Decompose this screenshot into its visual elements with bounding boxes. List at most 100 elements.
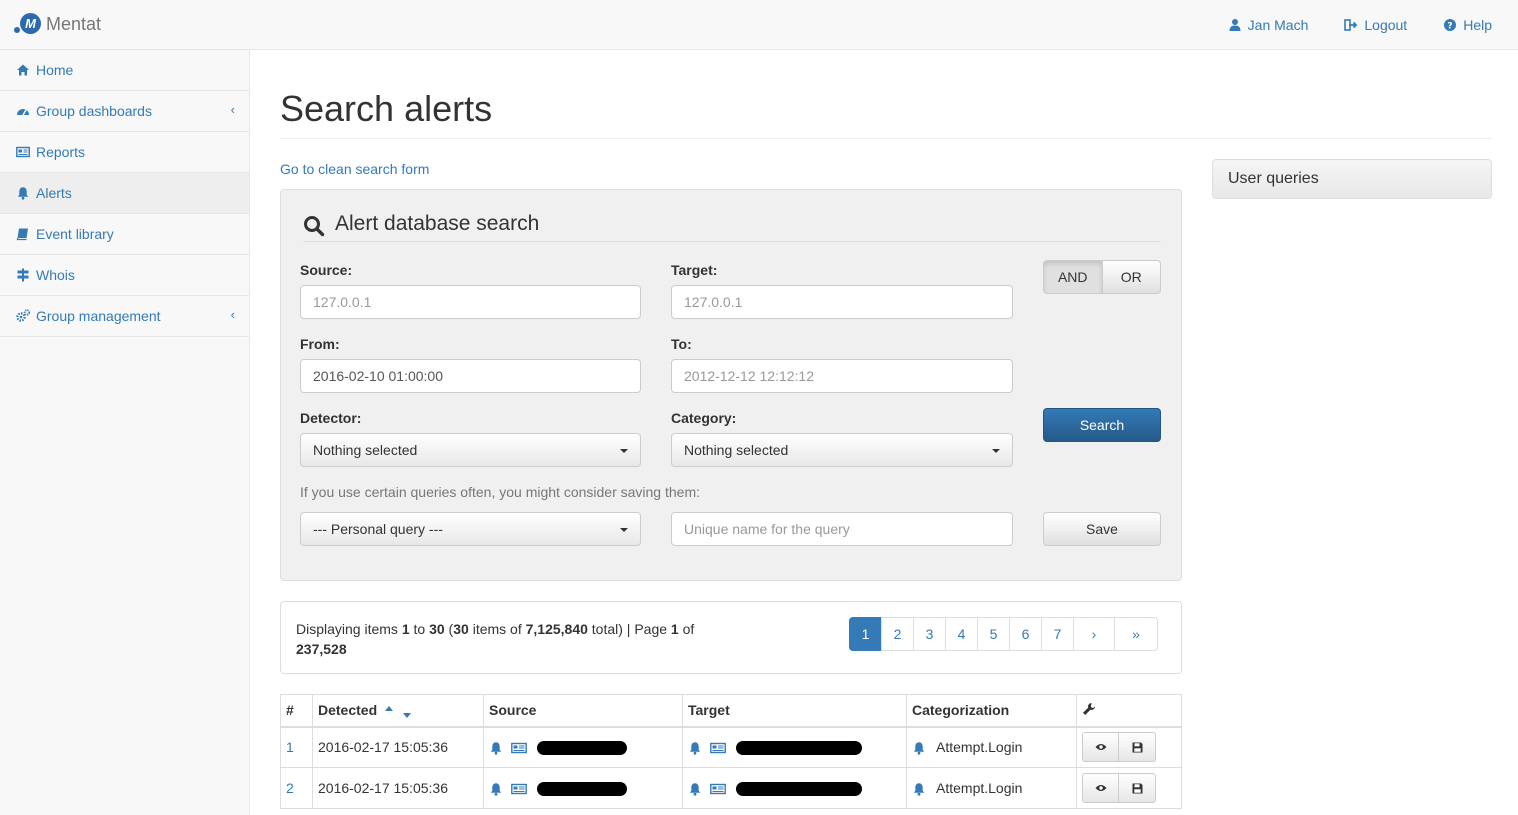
query-name-input[interactable]: Unique name for the query xyxy=(671,512,1013,546)
user-menu-link[interactable]: Jan Mach xyxy=(1228,17,1309,33)
page-link-1[interactable]: 1 xyxy=(849,617,882,651)
sidebar-item-group-management[interactable]: Group management ‹ xyxy=(0,296,249,337)
help-label: Help xyxy=(1463,17,1492,33)
save-query-button[interactable]: Save xyxy=(1043,512,1161,546)
user-queries-panel[interactable]: User queries xyxy=(1212,159,1492,199)
sidebar-item-alerts[interactable]: Alerts xyxy=(0,173,249,214)
clean-search-link[interactable]: Go to clean search form xyxy=(280,161,429,177)
logout-link[interactable]: Logout xyxy=(1344,17,1407,33)
sidebar-item-home[interactable]: Home xyxy=(0,50,249,91)
alert-number-link[interactable]: 1 xyxy=(286,739,294,755)
table-row: 2 2016-02-17 15:05:36 Attempt.Login xyxy=(280,767,1182,809)
detector-select[interactable]: Nothing selected xyxy=(300,433,641,467)
user-icon xyxy=(1229,19,1241,31)
redacted-target-address xyxy=(736,741,862,756)
sidebar-item-label: Group dashboards xyxy=(36,103,152,119)
personal-query-select[interactable]: --- Personal query --- xyxy=(300,512,641,546)
alert-number-link[interactable]: 2 xyxy=(286,780,294,796)
personal-query-value: --- Personal query --- xyxy=(313,521,443,537)
sidebar-item-whois[interactable]: Whois xyxy=(0,255,249,296)
mentat-logo-icon: M xyxy=(14,12,42,36)
column-header-detected[interactable]: Detected xyxy=(312,694,484,728)
page-link-5[interactable]: 5 xyxy=(977,617,1010,651)
sidebar-item-reports[interactable]: Reports xyxy=(0,132,249,173)
category-label: Category: xyxy=(671,410,737,426)
view-alert-button[interactable] xyxy=(1082,732,1119,763)
column-header-source: Source xyxy=(483,694,683,728)
dashboard-icon xyxy=(17,109,29,116)
sidebar-item-event-library[interactable]: Event library xyxy=(0,214,249,255)
detected-cell: 2016-02-17 15:05:36 xyxy=(312,726,484,768)
download-alert-button[interactable] xyxy=(1119,732,1156,763)
last-page-link[interactable]: » xyxy=(1114,617,1158,651)
detector-value: Nothing selected xyxy=(313,442,418,458)
brand-name: Mentat xyxy=(46,13,102,34)
target-cell xyxy=(682,767,907,809)
category-text: Attempt.Login xyxy=(936,739,1023,756)
book-icon xyxy=(16,228,28,241)
sidebar-item-label: Whois xyxy=(36,267,75,283)
bell-icon[interactable] xyxy=(688,782,702,796)
eye-icon xyxy=(1095,744,1106,751)
bell-icon[interactable] xyxy=(912,741,926,755)
from-input[interactable]: 2016-02-10 01:00:00 xyxy=(300,359,641,393)
caret-down-icon xyxy=(620,528,628,532)
alert-search-form: Alert database search Source: 127.0.0.1 … xyxy=(280,189,1182,581)
column-header-tools xyxy=(1076,694,1182,728)
sort-desc-icon[interactable] xyxy=(403,713,412,719)
download-alert-button[interactable] xyxy=(1119,773,1156,803)
chevron-left-icon: ‹ xyxy=(230,307,235,322)
brand-link[interactable]: M Mentat xyxy=(14,12,101,36)
newspaper-icon[interactable] xyxy=(511,782,527,796)
user-queries-title: User queries xyxy=(1228,170,1319,187)
page-link-7[interactable]: 7 xyxy=(1041,617,1074,651)
pagination: 1 2 3 4 5 6 7 › » xyxy=(849,617,1158,651)
eye-icon xyxy=(1095,785,1106,791)
logic-and-button[interactable]: AND xyxy=(1043,260,1103,294)
cogs-icon xyxy=(16,309,30,322)
chevron-left-icon: ‹ xyxy=(230,102,235,117)
page-link-4[interactable]: 4 xyxy=(945,617,978,651)
categorization-cell: Attempt.Login xyxy=(906,767,1077,809)
wrench-icon xyxy=(1083,702,1095,715)
sidebar-item-group-dashboards[interactable]: Group dashboards ‹ xyxy=(0,91,249,132)
target-input[interactable]: 127.0.0.1 xyxy=(671,285,1013,319)
to-input[interactable]: 2012-12-12 12:12:12 xyxy=(671,359,1013,393)
from-label: From: xyxy=(300,336,340,352)
view-alert-button[interactable] xyxy=(1082,773,1119,803)
redacted-source-address xyxy=(537,741,627,756)
question-circle-icon: ? xyxy=(1444,19,1457,32)
sidebar-item-label: Group management xyxy=(36,308,161,324)
target-label: Target: xyxy=(671,262,718,278)
newspaper-icon[interactable] xyxy=(710,741,726,755)
column-header-number: # xyxy=(280,694,313,728)
logic-or-button[interactable]: OR xyxy=(1102,260,1161,294)
table-row: 1 2016-02-17 15:05:36 Attempt.Login xyxy=(280,726,1182,768)
newspaper-icon[interactable] xyxy=(511,741,527,755)
search-form-title: Alert database search xyxy=(335,212,540,235)
page-link-6[interactable]: 6 xyxy=(1009,617,1042,651)
caret-down-icon xyxy=(620,449,628,453)
page-link-2[interactable]: 2 xyxy=(881,617,914,651)
page-link-3[interactable]: 3 xyxy=(913,617,946,651)
category-value: Nothing selected xyxy=(684,442,789,458)
bell-icon[interactable] xyxy=(489,782,503,796)
pager-summary: Displaying items 1 to 30 (30 items of 7,… xyxy=(296,621,695,657)
bell-icon[interactable] xyxy=(489,741,503,755)
category-select[interactable]: Nothing selected xyxy=(671,433,1013,467)
source-input[interactable]: 127.0.0.1 xyxy=(300,285,641,319)
help-link[interactable]: ? Help xyxy=(1443,17,1492,33)
sort-asc-icon[interactable] xyxy=(385,706,394,712)
search-button[interactable]: Search xyxy=(1043,408,1161,442)
next-page-link[interactable]: › xyxy=(1073,617,1115,651)
signpost-icon xyxy=(17,268,29,282)
bell-icon xyxy=(17,187,29,200)
bell-icon[interactable] xyxy=(912,782,926,796)
detector-label: Detector: xyxy=(300,410,362,426)
user-name: Jan Mach xyxy=(1247,17,1309,33)
newspaper-icon[interactable] xyxy=(710,782,726,796)
bell-icon[interactable] xyxy=(688,741,702,755)
page-title: Search alerts xyxy=(280,88,493,129)
search-form-heading: Alert database search xyxy=(303,212,1161,242)
sidebar: Home Group dashboards ‹ Reports Alerts E… xyxy=(0,50,250,815)
